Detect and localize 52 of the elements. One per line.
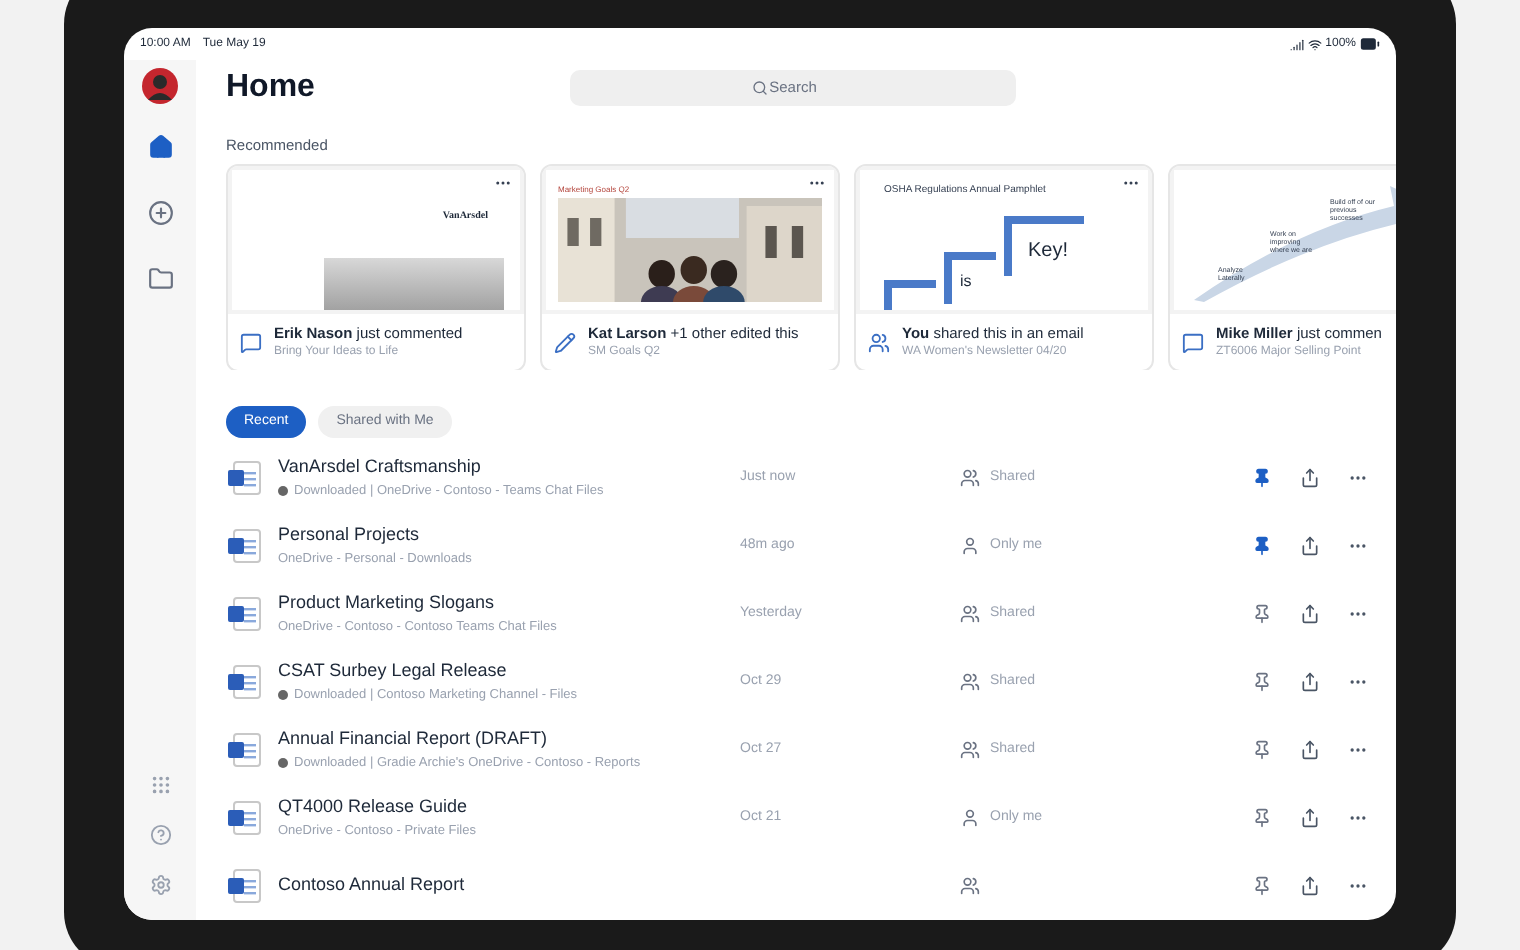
signal-icon	[1289, 37, 1304, 51]
share-icon[interactable]	[1300, 536, 1320, 556]
document-icon	[226, 460, 262, 496]
document-icon	[226, 868, 262, 904]
step-text: is	[960, 272, 972, 290]
share-icon[interactable]	[1300, 876, 1320, 896]
file-name: Personal Projects	[278, 522, 422, 549]
plus-circle-icon[interactable]	[147, 200, 173, 226]
pin-icon[interactable]	[1252, 740, 1272, 760]
document-icon	[226, 800, 262, 836]
share-icon[interactable]	[1300, 604, 1320, 624]
people-icon	[960, 740, 980, 760]
person-icon	[960, 808, 980, 828]
document-icon	[226, 664, 262, 700]
document-icon	[226, 528, 262, 564]
pin-icon[interactable]	[1252, 672, 1272, 692]
share-icon[interactable]	[1300, 740, 1320, 760]
person-icon	[960, 536, 980, 556]
file-name: VanArsdel Craftsmanship	[278, 454, 483, 481]
pin-icon[interactable]	[1252, 604, 1272, 624]
avatar	[142, 68, 178, 104]
people-icon	[960, 672, 980, 692]
comment-icon	[1182, 331, 1204, 353]
step-text: Key!	[1028, 240, 1069, 262]
file-name: Annual Financial Report (DRAFT)	[278, 726, 550, 753]
pin-icon[interactable]	[1252, 876, 1272, 896]
pin-icon[interactable]	[1252, 468, 1272, 488]
pin-icon[interactable]	[1252, 808, 1272, 828]
home-icon[interactable]	[147, 134, 173, 160]
pin-icon[interactable]	[1252, 536, 1272, 556]
file-name: CSAT Surbey Legal Release	[278, 658, 509, 685]
people-icon	[868, 331, 890, 353]
wifi-icon	[1307, 37, 1322, 51]
pencil-icon	[554, 331, 576, 353]
comment-icon	[240, 331, 262, 353]
step-shape	[884, 280, 936, 310]
share-icon[interactable]	[1300, 672, 1320, 692]
file-row[interactable]: Contoso Annual Report	[226, 852, 1396, 920]
document-icon	[226, 596, 262, 632]
document-icon	[226, 732, 262, 768]
search-icon	[752, 79, 768, 96]
people-icon	[960, 468, 980, 488]
file-name: Product Marketing Slogans	[278, 590, 497, 617]
folder-icon[interactable]	[147, 266, 173, 292]
battery-icon	[1360, 34, 1380, 54]
file-name: Contoso Annual Report	[278, 872, 467, 899]
file-name: QT4000 Release Guide	[278, 794, 470, 821]
share-icon[interactable]	[1300, 808, 1320, 828]
people-icon	[960, 876, 980, 896]
people-icon	[960, 604, 980, 624]
page-title: Home	[226, 67, 317, 108]
share-icon[interactable]	[1300, 468, 1320, 488]
